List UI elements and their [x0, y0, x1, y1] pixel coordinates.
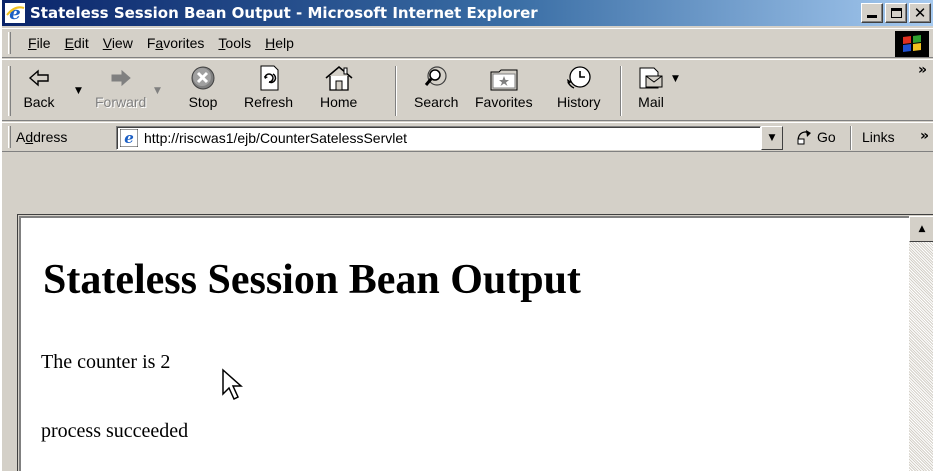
address-input[interactable]: e http://riscwas1/ejb/CounterSatelessSer… — [116, 126, 761, 150]
toolbar-separator — [620, 66, 622, 116]
search-button[interactable]: Search — [414, 64, 458, 118]
page-heading: Stateless Session Bean Output — [43, 257, 581, 303]
stop-icon — [191, 66, 215, 90]
counter-text: The counter is 2 — [41, 351, 171, 373]
toolbar-more-chevron-icon[interactable]: » — [918, 62, 927, 78]
go-button[interactable]: Go — [796, 128, 836, 146]
links-button[interactable]: Links — [862, 129, 895, 145]
favorites-folder-icon — [490, 69, 518, 91]
refresh-button[interactable]: Refresh — [244, 64, 293, 118]
toolbar-separator — [395, 66, 397, 116]
go-arrow-icon — [797, 130, 811, 145]
mouse-pointer-icon — [222, 368, 243, 401]
page-content: Stateless Session Bean Output The counte… — [19, 216, 909, 471]
history-button[interactable]: History — [557, 64, 601, 118]
svg-text:e: e — [124, 129, 134, 147]
menu-file[interactable]: File — [21, 35, 58, 51]
scroll-up-button[interactable]: ▲ — [909, 216, 933, 242]
mail-icon — [639, 67, 663, 89]
history-clock-icon — [566, 66, 591, 89]
menu-bar: File Edit View Favorites Tools Help — [2, 28, 933, 58]
internet-explorer-icon: e — [5, 3, 25, 23]
toolbar-grip[interactable] — [8, 66, 11, 116]
address-dropdown-button[interactable]: ▼ — [761, 126, 783, 150]
menu-view[interactable]: View — [96, 35, 140, 51]
home-button[interactable]: Home — [320, 64, 357, 118]
close-icon: ✕ — [913, 3, 927, 22]
svg-text:e: e — [9, 3, 20, 23]
address-bar: Address e http://riscwas1/ejb/CounterSat… — [2, 122, 933, 152]
close-button[interactable]: ✕ — [909, 3, 931, 23]
windows-logo-icon — [903, 35, 921, 52]
address-url: http://riscwas1/ejb/CounterSatelessServl… — [144, 130, 408, 146]
links-chevron-icon[interactable]: » — [920, 128, 929, 144]
chevron-up-icon: ▲ — [918, 224, 926, 234]
chevron-down-icon: ▼ — [768, 133, 776, 143]
maximize-icon — [890, 8, 902, 18]
maximize-button[interactable] — [885, 3, 907, 23]
menu-favorites[interactable]: Favorites — [140, 35, 212, 51]
forward-button[interactable]: Forward — [95, 64, 146, 118]
favorites-button[interactable]: Favorites — [475, 64, 533, 118]
page-icon: e — [120, 129, 138, 147]
minimize-icon — [867, 15, 877, 18]
mail-button[interactable]: Mail — [634, 64, 668, 118]
windows-logo-throbber — [895, 31, 929, 57]
vertical-scrollbar[interactable]: ▲ — [909, 216, 933, 471]
standard-toolbar: Back ▼ Forward ▼ Stop Refresh Home Searc… — [2, 59, 933, 121]
menu-help[interactable]: Help — [258, 35, 301, 51]
links-separator — [850, 126, 852, 150]
window-title: Stateless Session Bean Output - Microsof… — [30, 4, 538, 22]
minimize-button[interactable] — [861, 3, 883, 23]
menu-edit[interactable]: Edit — [58, 35, 96, 51]
status-text: process succeeded — [41, 420, 189, 442]
menu-tools[interactable]: Tools — [211, 35, 258, 51]
forward-dropdown-icon[interactable]: ▼ — [154, 86, 161, 96]
back-dropdown-icon[interactable]: ▼ — [75, 86, 82, 96]
address-label: Address — [16, 129, 68, 145]
home-icon — [325, 66, 353, 91]
back-arrow-icon — [28, 69, 49, 87]
stop-button[interactable]: Stop — [186, 64, 220, 118]
search-icon — [425, 66, 447, 86]
back-button[interactable]: Back — [22, 64, 56, 118]
title-bar[interactable]: e Stateless Session Bean Output - Micros… — [2, 0, 933, 26]
refresh-icon — [260, 65, 279, 91]
address-bar-grip[interactable] — [8, 126, 11, 148]
browser-window: e Stateless Session Bean Output - Micros… — [0, 0, 933, 471]
mail-dropdown-icon[interactable]: ▼ — [672, 74, 679, 84]
menu-bar-grip[interactable] — [8, 32, 11, 54]
forward-arrow-icon — [111, 69, 131, 87]
